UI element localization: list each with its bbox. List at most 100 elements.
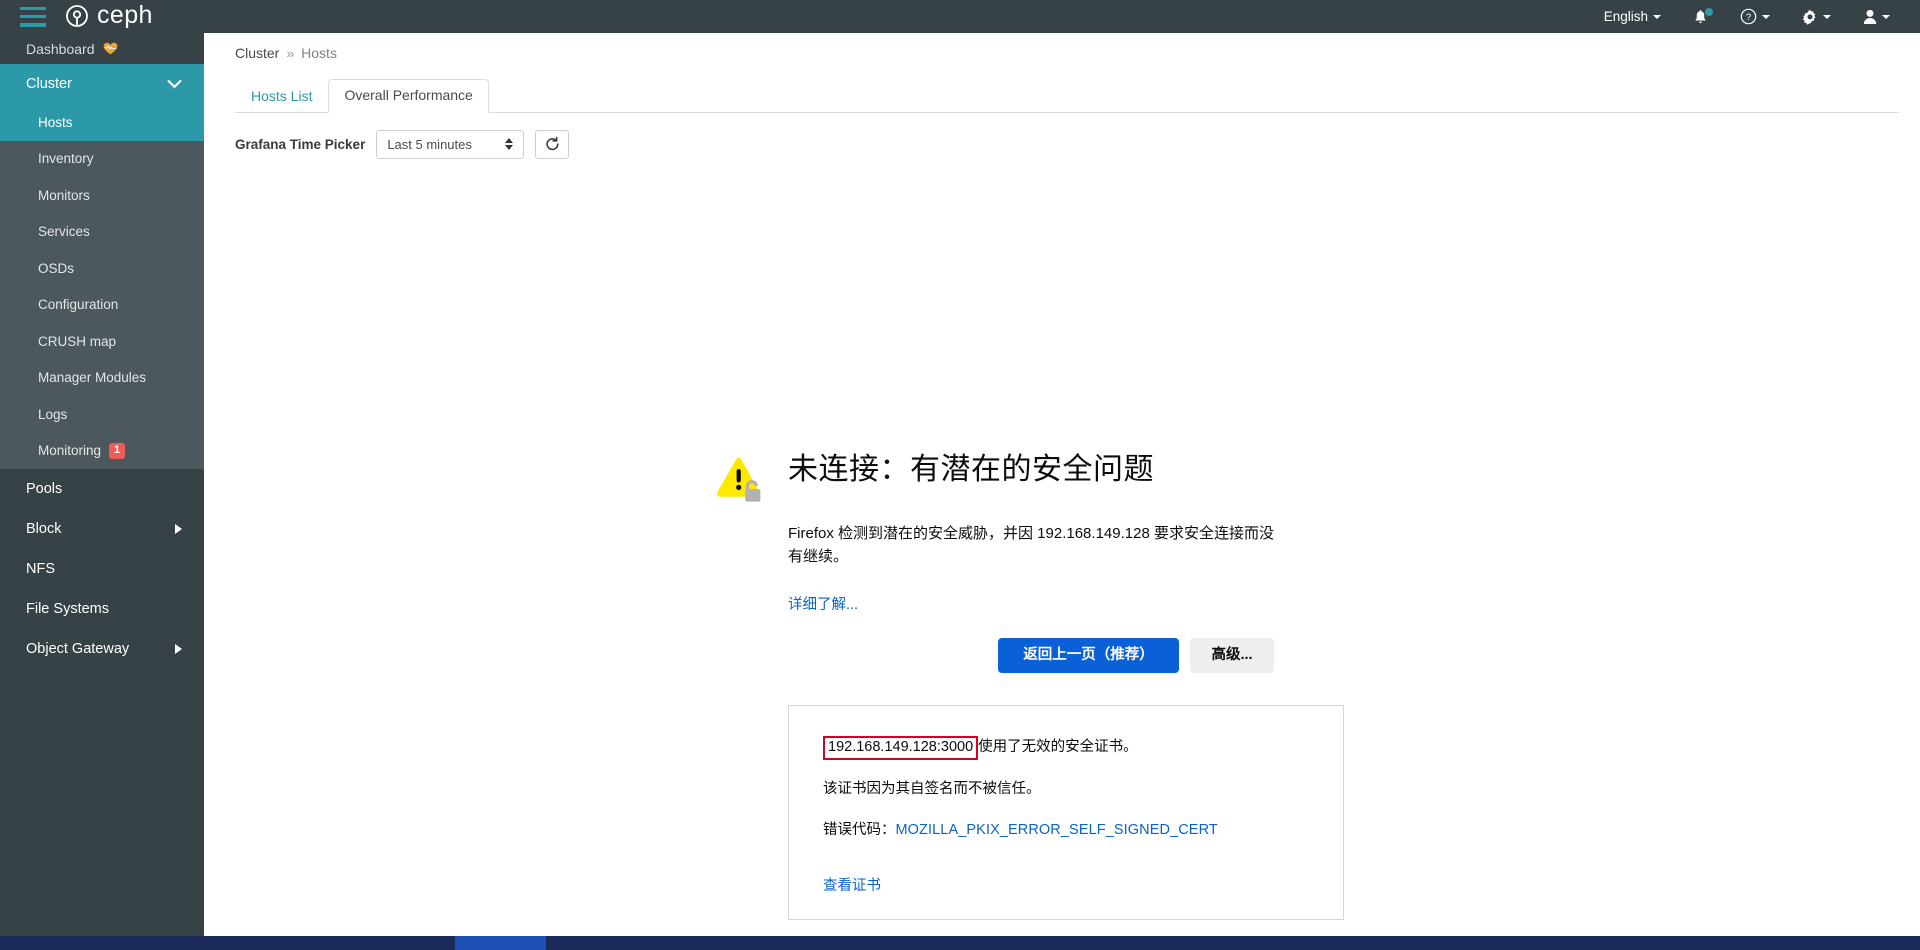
sidebar-item-label: Monitoring [38, 443, 102, 459]
certificate-host-line: 192.168.149.128:3000 使用了无效的安全证书。 [823, 736, 1309, 760]
sidebar-item-label: Hosts [38, 114, 73, 130]
notification-indicator-dot [1705, 8, 1713, 16]
sidebar-item-label: OSDs [38, 260, 75, 276]
breadcrumb: Cluster » Hosts [204, 33, 1920, 61]
sidebar-item-label: Manager Modules [38, 370, 147, 386]
monitoring-alert-badge: 1 [109, 442, 126, 459]
time-range-select[interactable]: Last 5 minutes [376, 129, 525, 159]
error-action-buttons: 返回上一页（推荐） 高级... [788, 638, 1274, 674]
sidebar-item-label: Dashboard [26, 40, 95, 57]
language-label: English [1603, 9, 1648, 24]
go-back-button[interactable]: 返回上一页（推荐） [998, 638, 1179, 674]
certificate-error-code-line: 错误代码：MOZILLA_PKIX_ERROR_SELF_SIGNED_CERT [823, 819, 1309, 842]
sidebar-item-monitoring[interactable]: Monitoring 1 [0, 433, 204, 470]
error-title: 未连接：有潜在的安全问题 [788, 453, 1154, 486]
host-highlight: 192.168.149.128:3000 [823, 736, 979, 760]
sidebar-item-label: Monitors [38, 187, 90, 203]
sidebar-group-label: Cluster [26, 76, 72, 92]
sidebar-item-label: Configuration [38, 297, 119, 313]
sidebar-item-label: NFS [26, 561, 55, 577]
sidebar-item-crush-map[interactable]: CRUSH map [0, 323, 204, 360]
sidebar-item-nfs[interactable]: NFS [0, 549, 204, 589]
sidebar-item-label: CRUSH map [38, 333, 117, 349]
sidebar-item-label: Inventory [38, 151, 94, 167]
certificate-reason-line: 该证书因为其自签名而不被信任。 [823, 780, 1041, 797]
grafana-toolbar: Grafana Time Picker Last 5 minutes [204, 127, 1920, 161]
error-description: Firefox 检测到潜在的安全威胁，并因 192.168.149.128 要求… [788, 525, 1274, 565]
sidebar-item-logs[interactable]: Logs [0, 396, 204, 433]
host-suffix-text: 使用了无效的安全证书。 [978, 739, 1138, 756]
top-header-bar: ceph English ? [0, 0, 1920, 33]
sidebar-item-file-systems[interactable]: File Systems [0, 589, 204, 629]
tab-overall-performance[interactable]: Overall Performance [328, 78, 489, 113]
sidebar-item-inventory[interactable]: Inventory [0, 141, 204, 178]
select-stepper-icon [505, 138, 514, 150]
chevron-down-icon [167, 79, 182, 89]
main-content-area: Cluster » Hosts Hosts List Overall Perfo… [204, 33, 1920, 950]
chevron-down-icon [1823, 14, 1831, 19]
heartbeat-icon [103, 42, 117, 55]
chevron-down-icon [1882, 14, 1890, 19]
time-picker-label: Grafana Time Picker [235, 136, 366, 152]
sidebar-group-cluster[interactable]: Cluster [0, 64, 204, 104]
sidebar-item-object-gateway[interactable]: Object Gateway [0, 629, 204, 669]
error-code-label: 错误代码： [823, 821, 896, 838]
chevron-right-icon [175, 644, 182, 654]
sidebar-item-hosts[interactable]: Hosts [0, 104, 204, 141]
brand-text: ceph [97, 1, 153, 29]
sidebar-item-manager-modules[interactable]: Manager Modules [0, 360, 204, 397]
sidebar-item-block[interactable]: Block [0, 509, 204, 549]
sidebar-navigation: Dashboard Cluster Hosts Inventory Monito… [0, 33, 204, 950]
sidebar-item-monitors[interactable]: Monitors [0, 177, 204, 214]
help-menu-button[interactable]: ? [1724, 0, 1786, 33]
notifications-button[interactable] [1677, 0, 1724, 33]
time-range-value: Last 5 minutes [387, 136, 472, 152]
sidebar-item-label: Pools [26, 481, 63, 497]
chevron-down-icon [1653, 14, 1661, 19]
application-root: ceph English ? Dashboard Cluster Hosts I… [0, 0, 1920, 950]
error-code-link[interactable]: MOZILLA_PKIX_ERROR_SELF_SIGNED_CERT [896, 822, 1218, 838]
certificate-details-panel: 192.168.149.128:3000 使用了无效的安全证书。 该证书因为其自签… [788, 705, 1344, 921]
breadcrumb-current: Hosts [301, 45, 337, 61]
header-right-controls: English ? [1588, 0, 1920, 33]
sidebar-item-configuration[interactable]: Configuration [0, 287, 204, 324]
view-certificate-link[interactable]: 查看证书 [823, 874, 881, 895]
hamburger-menu-icon[interactable] [20, 6, 46, 27]
tab-bar: Hosts List Overall Performance [235, 78, 1899, 114]
language-selector[interactable]: English [1588, 0, 1677, 33]
sidebar-item-label: Logs [38, 406, 68, 422]
breadcrumb-root[interactable]: Cluster [235, 45, 279, 61]
sidebar-item-label: File Systems [26, 601, 109, 617]
sidebar-item-osds[interactable]: OSDs [0, 250, 204, 287]
sidebar-item-services[interactable]: Services [0, 214, 204, 251]
tab-hosts-list[interactable]: Hosts List [235, 80, 328, 114]
ceph-brand-logo[interactable]: ceph [64, 1, 153, 30]
sidebar-item-pools[interactable]: Pools [0, 469, 204, 509]
warning-triangle-lock-icon [717, 457, 761, 502]
sidebar-item-label: Object Gateway [26, 641, 130, 657]
refresh-icon [546, 136, 559, 150]
tab-label: Hosts List [251, 87, 313, 104]
sidebar-item-dashboard[interactable]: Dashboard [0, 33, 204, 64]
sidebar-item-label: Block [26, 521, 62, 537]
user-icon [1863, 9, 1877, 24]
grafana-iframe-error-page: 未连接：有潜在的安全问题 Firefox 检测到潜在的安全威胁，并因 192.1… [204, 33, 1920, 950]
error-header: 未连接：有潜在的安全问题 [714, 451, 1274, 503]
learn-more-link[interactable]: 详细了解... [788, 593, 1274, 614]
sidebar-item-label: Services [38, 224, 90, 240]
user-menu-button[interactable] [1847, 0, 1906, 33]
tab-label: Overall Performance [344, 86, 473, 103]
advanced-button[interactable]: 高级... [1190, 638, 1274, 674]
help-circle-icon: ? [1740, 8, 1757, 25]
sidebar-cluster-submenu: Hosts Inventory Monitors Services OSDs C… [0, 104, 204, 469]
breadcrumb-separator-icon: » [286, 45, 295, 61]
gear-icon [1802, 9, 1816, 25]
refresh-button[interactable] [535, 129, 570, 159]
chevron-down-icon [1762, 14, 1770, 19]
svg-text:?: ? [1746, 12, 1751, 23]
settings-menu-button[interactable] [1786, 0, 1847, 33]
os-taskbar[interactable] [0, 936, 1920, 950]
chevron-right-icon [175, 524, 182, 534]
taskbar-active-window[interactable] [455, 936, 546, 950]
firefox-error-container: 未连接：有潜在的安全问题 Firefox 检测到潜在的安全威胁，并因 192.1… [714, 451, 1344, 921]
